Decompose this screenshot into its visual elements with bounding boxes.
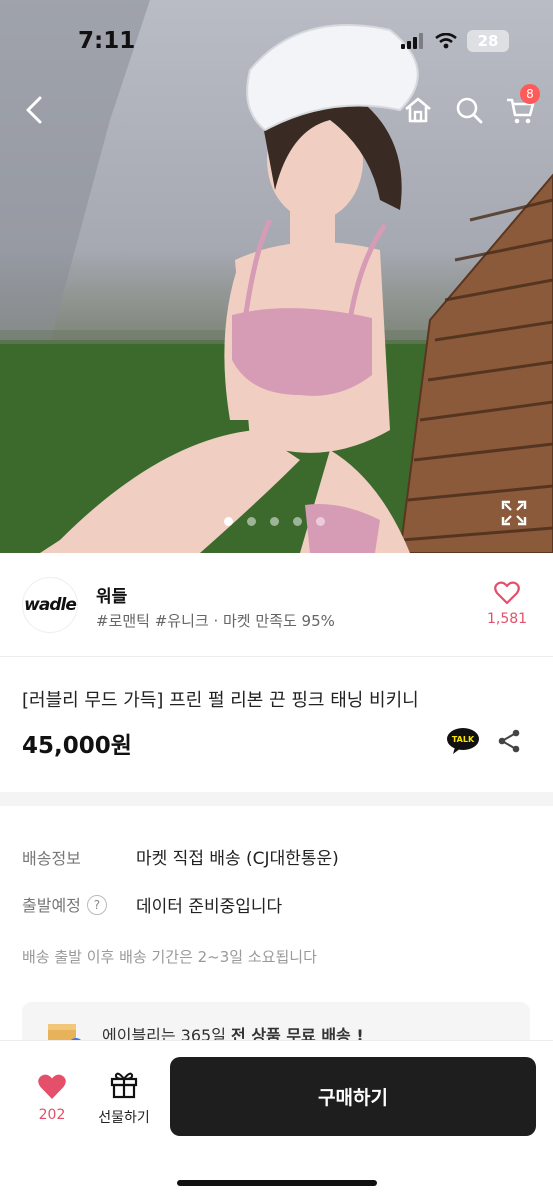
top-nav: 8 bbox=[0, 84, 553, 134]
seller-section[interactable]: wadle 워들 #로맨틱 #유니크 · 마켓 만족도 95% 1,581 bbox=[0, 553, 553, 657]
heart-filled-icon bbox=[38, 1074, 66, 1099]
product-title: [러블리 무드 가득] 프린 펄 리본 끈 핑크 태닝 비키니 bbox=[22, 690, 419, 711]
talk-label: TALK bbox=[452, 735, 475, 744]
shipping-note: 배송 출발 이후 배송 기간은 2~3일 소요됩니다 bbox=[22, 948, 317, 966]
gift-icon bbox=[110, 1072, 138, 1099]
delivery-value: 마켓 직접 배송 (CJ대한통운) bbox=[136, 849, 339, 869]
departure-label-text: 출발예정 bbox=[22, 896, 81, 915]
search-button[interactable] bbox=[449, 90, 489, 130]
kakao-talk-icon[interactable]: TALK bbox=[446, 727, 480, 755]
chevron-left-icon bbox=[26, 96, 42, 124]
cart-badge: 8 bbox=[520, 84, 540, 104]
gift-label: 선물하기 bbox=[98, 1110, 150, 1126]
departure-label: 출발예정? bbox=[22, 892, 107, 916]
departure-value: 데이터 준비중입니다 bbox=[136, 897, 283, 917]
like-button[interactable]: 202 bbox=[30, 1073, 74, 1123]
home-indicator bbox=[177, 1180, 377, 1186]
product-price: 45,000원 bbox=[22, 733, 132, 759]
pagination-dot[interactable] bbox=[247, 517, 256, 526]
section-divider bbox=[0, 792, 553, 806]
bottom-action-bar: 202 선물하기 구매하기 bbox=[0, 1040, 553, 1200]
expand-icon[interactable] bbox=[501, 500, 527, 526]
back-button[interactable] bbox=[14, 90, 54, 130]
pagination-dot[interactable] bbox=[293, 517, 302, 526]
share-icon[interactable] bbox=[496, 728, 522, 754]
search-icon bbox=[456, 97, 483, 124]
product-info: [러블리 무드 가득] 프린 펄 리본 끈 핑크 태닝 비키니 45,000원 … bbox=[0, 658, 553, 792]
cart-button[interactable]: 8 bbox=[500, 84, 540, 130]
status-time: 7:11 bbox=[78, 28, 136, 54]
status-icons: 28 bbox=[401, 30, 509, 52]
seller-like-button[interactable]: 1,581 bbox=[487, 581, 527, 627]
heart-outline-icon bbox=[494, 581, 520, 605]
status-bar: 7:11 28 bbox=[0, 0, 553, 84]
pagination-dot[interactable] bbox=[316, 517, 325, 526]
home-button[interactable] bbox=[398, 90, 438, 130]
pagination-dot[interactable] bbox=[224, 517, 233, 526]
seller-like-count: 1,581 bbox=[487, 611, 528, 627]
seller-logo: wadle bbox=[22, 577, 78, 633]
signal-icon bbox=[401, 33, 423, 49]
seller-name[interactable]: 워들 bbox=[96, 582, 127, 607]
gallery-pagination bbox=[224, 517, 325, 526]
help-icon[interactable]: ? bbox=[86, 895, 107, 915]
delivery-label: 배송정보 bbox=[22, 849, 81, 868]
gift-button[interactable]: 선물하기 bbox=[92, 1069, 156, 1127]
like-count: 202 bbox=[38, 1107, 66, 1123]
seller-tags: #로맨틱 #유니크 · 마켓 만족도 95% bbox=[96, 612, 335, 630]
pagination-dot[interactable] bbox=[270, 517, 279, 526]
battery-indicator: 28 bbox=[467, 30, 509, 52]
buy-button[interactable]: 구매하기 bbox=[170, 1057, 536, 1136]
home-icon bbox=[405, 97, 431, 123]
wifi-icon bbox=[435, 33, 457, 49]
